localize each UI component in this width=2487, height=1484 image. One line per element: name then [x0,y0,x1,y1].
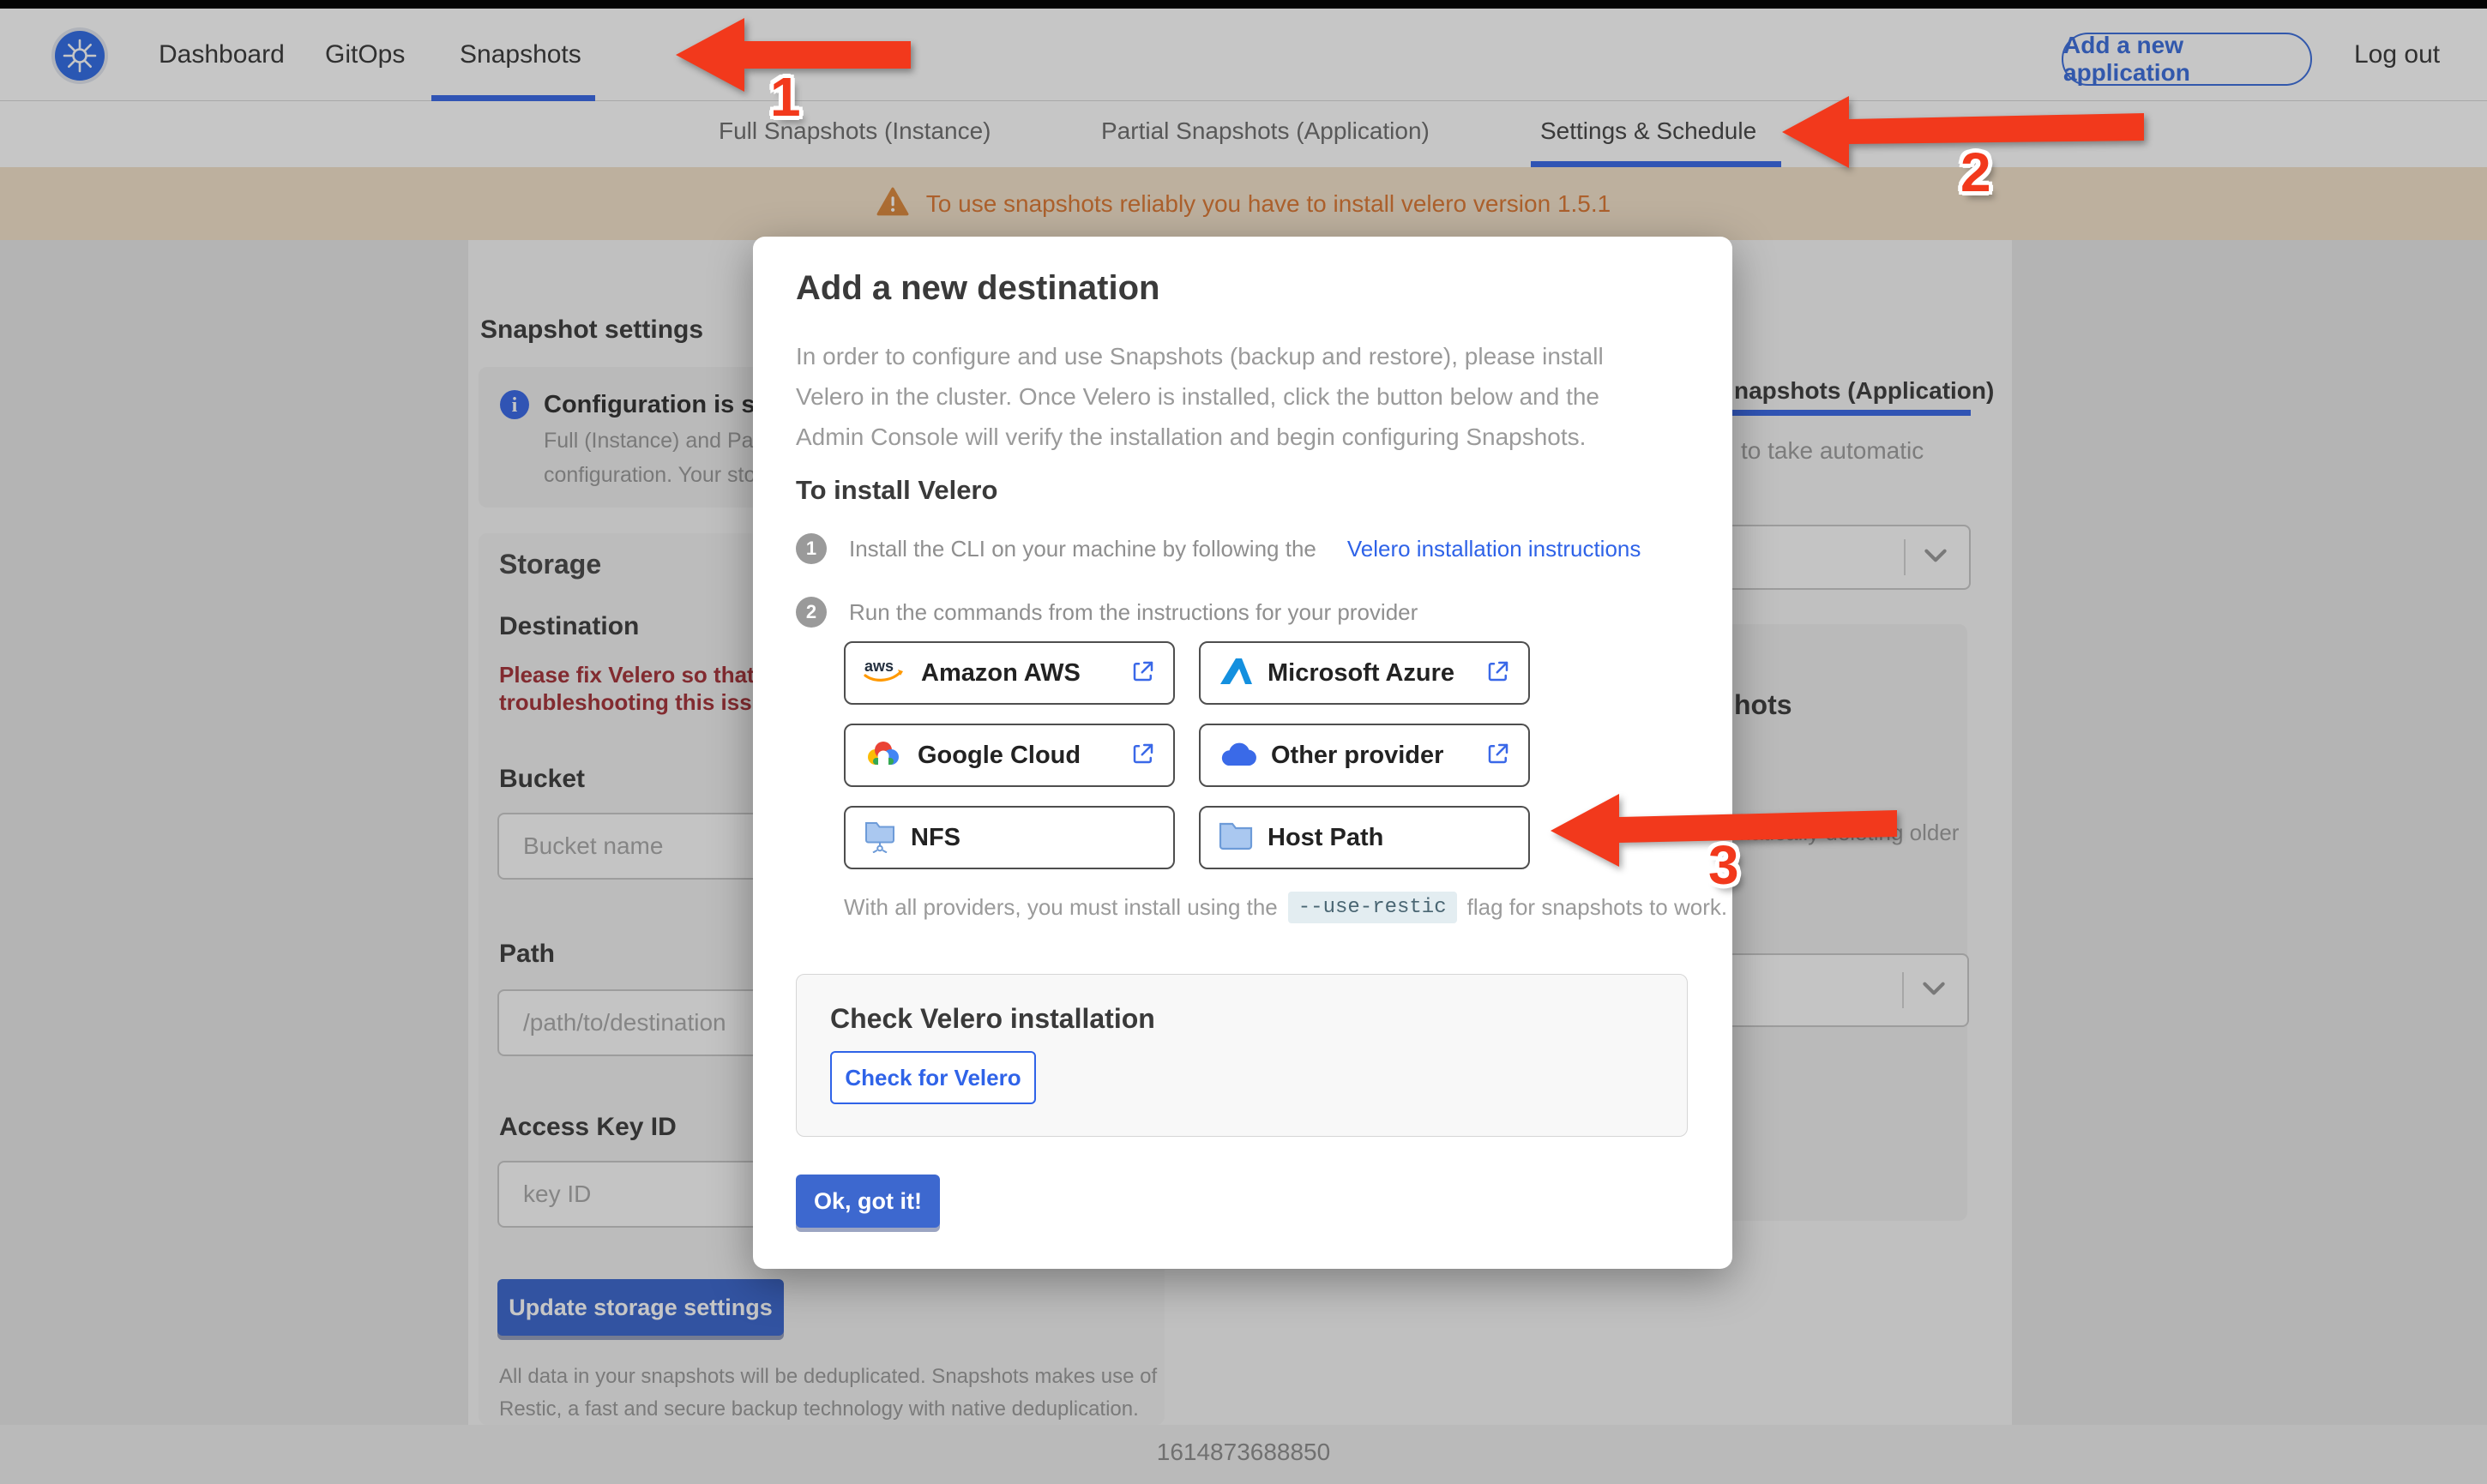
modal-description: In order to configure and use Snapshots … [796,343,1604,450]
step-2-badge: 2 [796,597,827,628]
install-step-2: 2 Run the commands from the instructions… [796,597,1418,628]
aws-icon: aws [863,657,907,690]
annotation-number-3: 3 [1708,834,1739,896]
install-step-1: 1 Install the CLI on your machine by fol… [796,533,1641,564]
check-for-velero-button[interactable]: Check for Velero [830,1051,1036,1104]
add-destination-modal: Add a new destination In order to config… [753,237,1732,1269]
provider-other-button[interactable]: Other provider [1199,724,1530,787]
folder-icon [1218,820,1254,856]
provider-label: Microsoft Azure [1268,658,1455,687]
provider-label: Amazon AWS [921,658,1081,687]
external-link-icon [1130,658,1156,688]
screen: Dashboard GitOps Snapshots Add a new app… [0,0,2487,1484]
restic-note-prefix: With all providers, you must install usi… [844,894,1278,920]
annotation-number-2: 2 [1960,141,1991,203]
google-cloud-icon [863,738,904,773]
azure-icon [1218,657,1254,690]
ok-got-it-button[interactable]: Ok, got it! [796,1175,940,1228]
annotation-number-1: 1 [770,66,801,128]
modal-title: Add a new destination [796,269,1160,307]
step-1-text: Install the CLI on your machine by follo… [849,535,1316,562]
provider-label: Host Path [1268,823,1384,851]
restic-flag-chip: --use-restic [1287,892,1457,923]
step-2-text: Run the commands from the instructions f… [849,598,1418,625]
cloud-icon [1218,740,1257,772]
external-link-icon [1485,741,1511,771]
restic-note-suffix: flag for snapshots to work. [1466,894,1728,920]
provider-google-cloud-button[interactable]: Google Cloud [844,724,1175,787]
provider-label: Google Cloud [918,741,1081,769]
svg-text:aws: aws [864,658,894,675]
external-link-icon [1485,658,1511,688]
provider-microsoft-azure-button[interactable]: Microsoft Azure [1199,641,1530,705]
provider-host-path-button[interactable]: Host Path [1199,806,1530,869]
install-velero-heading: To install Velero [796,475,998,505]
provider-label: NFS [911,823,960,851]
provider-nfs-button[interactable]: NFS [844,806,1175,869]
nfs-folder-icon [863,819,897,857]
external-link-icon [1130,741,1156,771]
provider-label: Other provider [1271,741,1444,769]
provider-amazon-aws-button[interactable]: aws Amazon AWS [844,641,1175,705]
step-1-badge: 1 [796,533,827,564]
velero-instructions-link[interactable]: Velero installation instructions [1347,536,1641,562]
check-velero-heading: Check Velero installation [830,1003,1155,1034]
restic-note: With all providers, you must install usi… [844,892,1727,923]
